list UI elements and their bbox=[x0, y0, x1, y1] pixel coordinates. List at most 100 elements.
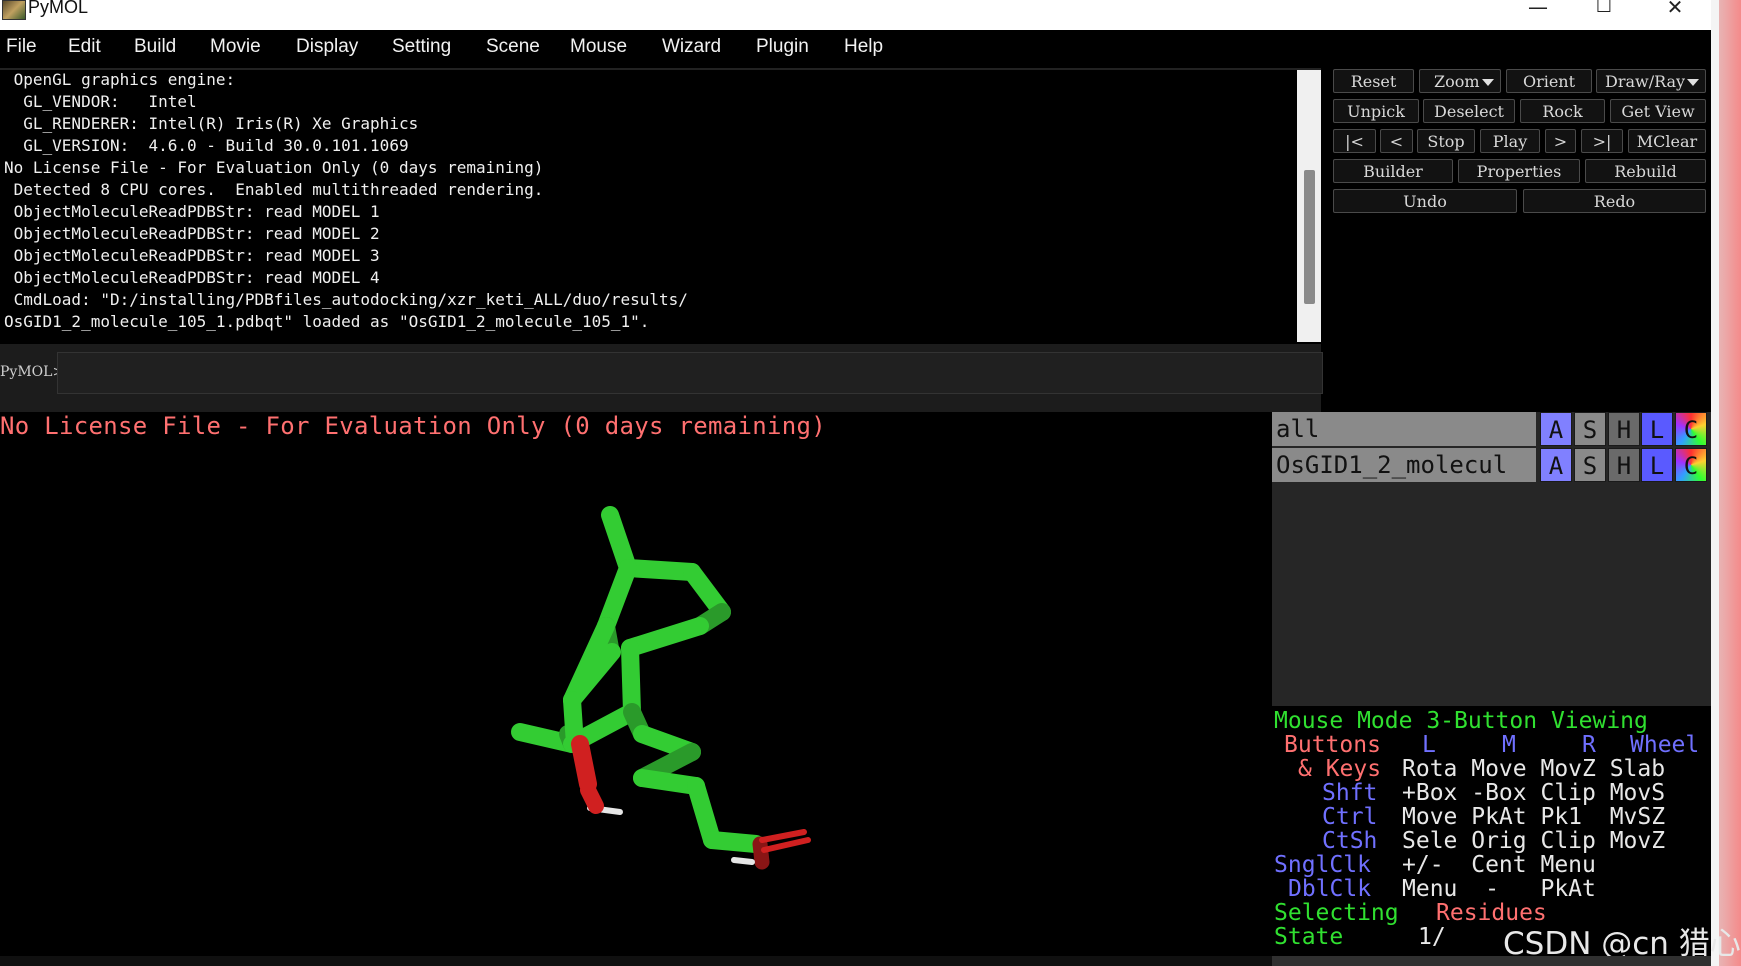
prev-frame-button[interactable]: < bbox=[1380, 129, 1413, 153]
log-line: GL_RENDERER: Intel(R) Iris(R) Xe Graphic… bbox=[4, 114, 419, 133]
log-line: OsGID1_2_molecule_105_1.pdbqt" loaded as… bbox=[4, 312, 650, 331]
color-button[interactable]: C bbox=[1675, 448, 1707, 482]
chevron-down-icon bbox=[1482, 79, 1494, 86]
col-l: L bbox=[1422, 732, 1436, 758]
rebuild-button[interactable]: Rebuild bbox=[1585, 159, 1706, 183]
menu-help[interactable]: Help bbox=[844, 36, 883, 58]
menu-edit[interactable]: Edit bbox=[68, 36, 101, 58]
ctrl-shift-label: CtSh bbox=[1322, 828, 1378, 854]
col-r: R bbox=[1582, 732, 1596, 758]
draw-ray-label: Draw/Ray bbox=[1605, 72, 1686, 91]
state-label: State bbox=[1274, 924, 1344, 950]
log-line: ObjectMoleculeReadPDBStr: read MODEL 2 bbox=[4, 224, 380, 243]
bond-hydrogen bbox=[731, 857, 755, 865]
ctrl-label: Ctrl bbox=[1322, 804, 1378, 830]
minimize-icon[interactable]: — bbox=[1518, 0, 1558, 18]
unpick-button[interactable]: Unpick bbox=[1333, 99, 1419, 123]
menu-file[interactable]: File bbox=[6, 36, 37, 58]
hide-button[interactable]: H bbox=[1608, 412, 1640, 446]
close-icon[interactable]: ✕ bbox=[1655, 0, 1695, 18]
bond bbox=[621, 617, 709, 657]
chevron-down-icon bbox=[1687, 79, 1699, 86]
bond-double-oxygen bbox=[759, 829, 807, 843]
menu-setting[interactable]: Setting bbox=[392, 36, 451, 58]
zoom-button[interactable]: Zoom bbox=[1419, 69, 1501, 93]
viewport-bottom-strip bbox=[0, 956, 1272, 966]
menu-display[interactable]: Display bbox=[296, 36, 358, 58]
mouse-row-values: Menu - PkAt bbox=[1402, 876, 1596, 902]
log-line: ObjectMoleculeReadPDBStr: read MODEL 1 bbox=[4, 202, 380, 221]
pymol-app-icon bbox=[2, 0, 26, 20]
mouse-row-values: Move PkAt Pk1 MvSZ bbox=[1402, 804, 1666, 830]
buttons-label: Buttons bbox=[1284, 732, 1381, 758]
col-wheel: Wheel bbox=[1630, 732, 1700, 758]
properties-button[interactable]: Properties bbox=[1458, 159, 1580, 183]
action-button[interactable]: A bbox=[1540, 412, 1572, 446]
log-line: GL_VENDOR: Intel bbox=[4, 92, 197, 111]
draw-ray-button[interactable]: Draw/Ray bbox=[1596, 69, 1706, 93]
menu-build[interactable]: Build bbox=[134, 36, 176, 58]
col-m: M bbox=[1502, 732, 1516, 758]
log-line: ObjectMoleculeReadPDBStr: read MODEL 3 bbox=[4, 246, 380, 265]
next-frame-button[interactable]: > bbox=[1545, 129, 1576, 153]
desktop-edge bbox=[1711, 0, 1741, 966]
bond bbox=[597, 559, 637, 635]
molecule-stick-model[interactable] bbox=[0, 412, 1272, 966]
color-button[interactable]: C bbox=[1675, 412, 1707, 446]
hide-button[interactable]: H bbox=[1608, 448, 1640, 482]
bond bbox=[621, 639, 641, 721]
bond-oxygen bbox=[571, 735, 597, 793]
mouse-row-values: Rota Move MovZ Slab bbox=[1402, 756, 1666, 782]
menu-movie[interactable]: Movie bbox=[210, 36, 261, 58]
mclear-button[interactable]: MClear bbox=[1628, 129, 1706, 153]
builder-button[interactable]: Builder bbox=[1333, 159, 1453, 183]
label-button[interactable]: L bbox=[1641, 448, 1673, 482]
command-input[interactable] bbox=[57, 352, 1323, 394]
bond bbox=[703, 831, 765, 853]
log-line: GL_VERSION: 4.6.0 - Build 30.0.101.1069 bbox=[4, 136, 409, 155]
command-prompt-label: PyMOL> bbox=[0, 364, 65, 380]
undo-button[interactable]: Undo bbox=[1333, 189, 1517, 213]
maximize-icon[interactable]: ☐ bbox=[1584, 0, 1624, 18]
movie-controls-strip[interactable] bbox=[1272, 956, 1711, 966]
redo-button[interactable]: Redo bbox=[1523, 189, 1706, 213]
log-scrollbar-thumb[interactable] bbox=[1304, 170, 1315, 304]
title-bar: PyMOL — ☐ ✕ bbox=[0, 0, 1711, 30]
mouse-row-values: +Box -Box Clip MovS bbox=[1402, 780, 1666, 806]
single-click-label: SnglClk bbox=[1274, 852, 1371, 878]
menu-plugin[interactable]: Plugin bbox=[756, 36, 809, 58]
get-view-button[interactable]: Get View bbox=[1610, 99, 1706, 123]
mouse-mode-title: Mouse Mode 3-Button Viewing bbox=[1274, 708, 1648, 734]
play-button[interactable]: Play bbox=[1480, 129, 1540, 153]
mouse-row-values: Sele Orig Clip MovZ bbox=[1402, 828, 1666, 854]
menu-wizard[interactable]: Wizard bbox=[662, 36, 721, 58]
rock-button[interactable]: Rock bbox=[1520, 99, 1605, 123]
menu-mouse[interactable]: Mouse bbox=[570, 36, 627, 58]
show-button[interactable]: S bbox=[1574, 412, 1606, 446]
bond-double-oxygen bbox=[761, 837, 811, 853]
log-line: Detected 8 CPU cores. Enabled multithrea… bbox=[4, 180, 544, 199]
shift-label: Shft bbox=[1322, 780, 1378, 806]
log-line: No License File - For Evaluation Only (0… bbox=[4, 158, 544, 177]
3d-viewport[interactable]: No License File - For Evaluation Only (0… bbox=[0, 412, 1272, 966]
orient-button[interactable]: Orient bbox=[1506, 69, 1592, 93]
action-button[interactable]: A bbox=[1540, 448, 1572, 482]
stop-button[interactable]: Stop bbox=[1417, 129, 1475, 153]
object-name-all[interactable]: all bbox=[1272, 412, 1536, 446]
output-log[interactable]: OpenGL graphics engine: GL_VENDOR: Intel… bbox=[0, 70, 1300, 342]
log-line: ObjectMoleculeReadPDBStr: read MODEL 4 bbox=[4, 268, 380, 287]
bond-oxygen bbox=[580, 782, 604, 814]
window-title: PyMOL bbox=[28, 0, 89, 17]
reset-button[interactable]: Reset bbox=[1333, 69, 1414, 93]
log-line: CmdLoad: "D:/installing/PDBfiles_autodoc… bbox=[4, 290, 688, 309]
zoom-label: Zoom bbox=[1434, 72, 1480, 91]
label-button[interactable]: L bbox=[1641, 412, 1673, 446]
selecting-label: Selecting bbox=[1274, 900, 1399, 926]
keys-label: & Keys bbox=[1298, 756, 1382, 782]
last-frame-button[interactable]: >| bbox=[1581, 129, 1623, 153]
deselect-button[interactable]: Deselect bbox=[1423, 99, 1515, 123]
menu-scene[interactable]: Scene bbox=[486, 36, 540, 58]
show-button[interactable]: S bbox=[1574, 448, 1606, 482]
object-name-molecule[interactable]: OsGID1_2_molecul bbox=[1272, 448, 1536, 482]
first-frame-button[interactable]: |< bbox=[1333, 129, 1376, 153]
